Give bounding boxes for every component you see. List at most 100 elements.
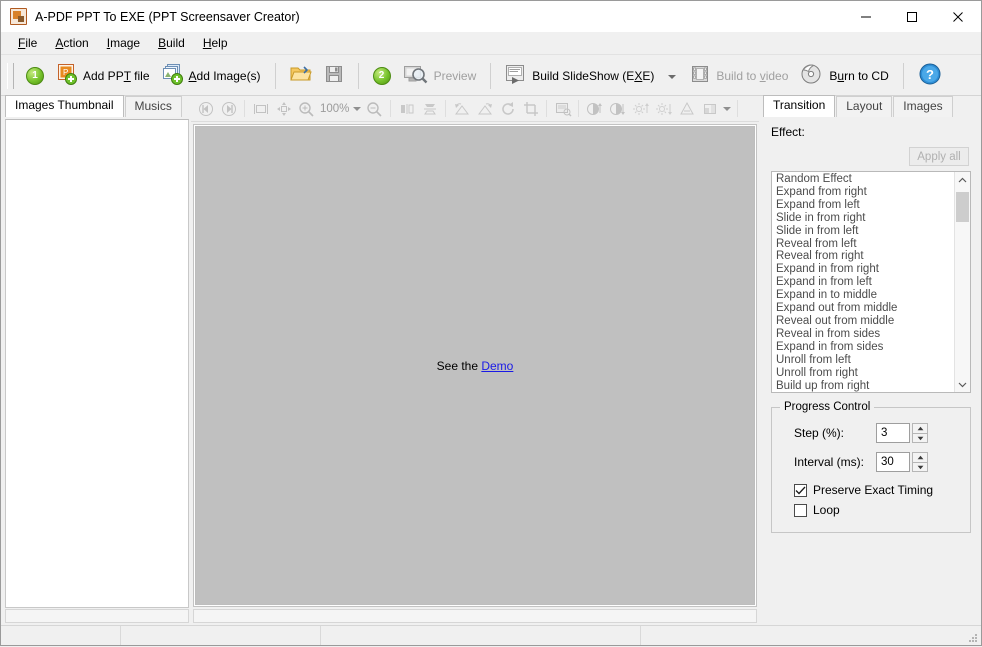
menu-help-rest: elp: [211, 36, 227, 50]
tab-musics[interactable]: Musics: [125, 96, 182, 117]
loop-row[interactable]: Loop: [780, 500, 962, 520]
list-item[interactable]: Unroll from right: [776, 367, 954, 380]
burn-to-cd-button[interactable]: Burn to CD: [794, 60, 894, 92]
contrast-up-button[interactable]: [629, 98, 652, 119]
flip-vertical-button[interactable]: [418, 98, 441, 119]
next-image-button[interactable]: [217, 98, 240, 119]
scrollbar-thumb[interactable]: [956, 192, 969, 222]
demo-link[interactable]: Demo: [481, 359, 513, 373]
zoom-level-dropdown-arrow[interactable]: [351, 99, 363, 119]
tab-transition[interactable]: Transition: [763, 95, 835, 117]
toolbar-grip[interactable]: [7, 63, 14, 89]
demo-message: See the Demo: [437, 359, 514, 373]
crop-button[interactable]: [519, 98, 542, 119]
effects-button[interactable]: [551, 98, 574, 119]
maximize-button[interactable]: [889, 1, 935, 32]
interval-decrement-button[interactable]: [912, 462, 928, 472]
brightness-up-button[interactable]: [583, 98, 606, 119]
add-ppt-file-button[interactable]: P Add PPT file: [50, 60, 156, 92]
image-toolbar-separator-4: [546, 100, 547, 117]
step-1-badge-button[interactable]: 1: [20, 60, 50, 92]
scrollbar-track[interactable]: [955, 188, 971, 376]
save-project-button[interactable]: [318, 60, 350, 92]
open-project-button[interactable]: [284, 60, 318, 92]
list-item[interactable]: Reveal from left: [776, 238, 954, 251]
list-item[interactable]: Random Effect: [776, 173, 954, 186]
list-item[interactable]: Unroll from left: [776, 354, 954, 367]
list-item[interactable]: Reveal out from middle: [776, 315, 954, 328]
preserve-exact-timing-row[interactable]: Preserve Exact Timing: [780, 480, 962, 500]
step-decrement-button[interactable]: [912, 433, 928, 443]
color-adjust-button[interactable]: [698, 98, 721, 119]
interval-input[interactable]: 30: [876, 452, 910, 472]
open-folder-icon: [290, 64, 312, 87]
interval-increment-button[interactable]: [912, 452, 928, 462]
previous-image-button[interactable]: [194, 98, 217, 119]
zoom-level-value[interactable]: 100%: [320, 103, 349, 115]
list-item[interactable]: Build up from right: [776, 380, 954, 393]
build-slideshow-label: Build SlideShow (EXE): [532, 69, 654, 83]
list-item[interactable]: Slide in from right: [776, 212, 954, 225]
color-adjust-dropdown-arrow[interactable]: [721, 99, 733, 119]
build-slideshow-dropdown-arrow[interactable]: [667, 71, 676, 80]
minimize-button[interactable]: [843, 1, 889, 32]
tab-images[interactable]: Images: [893, 96, 952, 117]
list-item[interactable]: Slide in from left: [776, 225, 954, 238]
preview-button[interactable]: Preview: [397, 60, 483, 92]
menu-file[interactable]: File: [9, 33, 46, 53]
flip-horizontal-button[interactable]: [395, 98, 418, 119]
pan-button[interactable]: [272, 98, 295, 119]
list-item[interactable]: Expand out from middle: [776, 302, 954, 315]
canvas-hscrollbar[interactable]: [193, 609, 757, 623]
menu-build-accel: B: [158, 36, 166, 50]
fit-to-window-button[interactable]: [249, 98, 272, 119]
step-increment-button[interactable]: [912, 423, 928, 433]
menu-help[interactable]: Help: [194, 33, 237, 53]
step-stepper[interactable]: [912, 423, 928, 443]
list-item[interactable]: Reveal in from sides: [776, 328, 954, 341]
tab-layout[interactable]: Layout: [836, 96, 892, 117]
step-input[interactable]: 3: [876, 423, 910, 443]
demo-message-prefix: See the: [437, 359, 482, 373]
preview-canvas[interactable]: See the Demo: [195, 126, 755, 605]
effects-list-vscrollbar[interactable]: [954, 172, 970, 392]
images-thumbnail-list[interactable]: [5, 119, 189, 608]
menu-action[interactable]: Action: [46, 33, 97, 53]
tab-images-thumbnail[interactable]: Images Thumbnail: [5, 95, 124, 117]
menu-image[interactable]: Image: [98, 33, 149, 53]
preserve-exact-timing-checkbox[interactable]: [794, 484, 807, 497]
list-item[interactable]: Expand in from sides: [776, 341, 954, 354]
rotate-button[interactable]: [496, 98, 519, 119]
list-item[interactable]: Expand in from right: [776, 263, 954, 276]
step-2-badge-button[interactable]: 2: [367, 60, 397, 92]
loop-checkbox[interactable]: [794, 504, 807, 517]
brightness-down-button[interactable]: [606, 98, 629, 119]
list-item[interactable]: Expand in to middle: [776, 289, 954, 302]
effects-list[interactable]: Random Effect Expand from right Expand f…: [772, 172, 954, 392]
help-button[interactable]: ?: [912, 60, 948, 92]
list-item[interactable]: Expand from right: [776, 186, 954, 199]
gamma-button[interactable]: [675, 98, 698, 119]
effects-listbox[interactable]: Random Effect Expand from right Expand f…: [771, 171, 971, 393]
close-button[interactable]: [935, 1, 981, 32]
rotate-left-button[interactable]: [450, 98, 473, 119]
chevron-down-icon[interactable]: [955, 376, 971, 392]
build-slideshow-button[interactable]: Build SlideShow (EXE): [499, 60, 660, 92]
list-item[interactable]: Expand in from left: [776, 276, 954, 289]
rotate-right-button[interactable]: [473, 98, 496, 119]
apply-all-button[interactable]: Apply all: [909, 147, 969, 166]
chevron-up-icon[interactable]: [955, 172, 971, 188]
list-item[interactable]: Expand from left: [776, 199, 954, 212]
resize-grip-icon[interactable]: [966, 631, 979, 644]
interval-stepper[interactable]: [912, 452, 928, 472]
interval-field-row: Interval (ms): 30: [780, 451, 962, 473]
contrast-down-button[interactable]: [652, 98, 675, 119]
add-images-button[interactable]: Add Image(s): [156, 60, 267, 92]
zoom-out-button[interactable]: [363, 98, 386, 119]
menu-build[interactable]: Build: [149, 33, 194, 53]
build-slideshow-icon: [505, 63, 527, 88]
left-panel-hscrollbar[interactable]: [5, 609, 189, 623]
build-to-video-button[interactable]: Build to video: [683, 60, 794, 92]
list-item[interactable]: Reveal from right: [776, 250, 954, 263]
zoom-in-button[interactable]: [295, 98, 318, 119]
